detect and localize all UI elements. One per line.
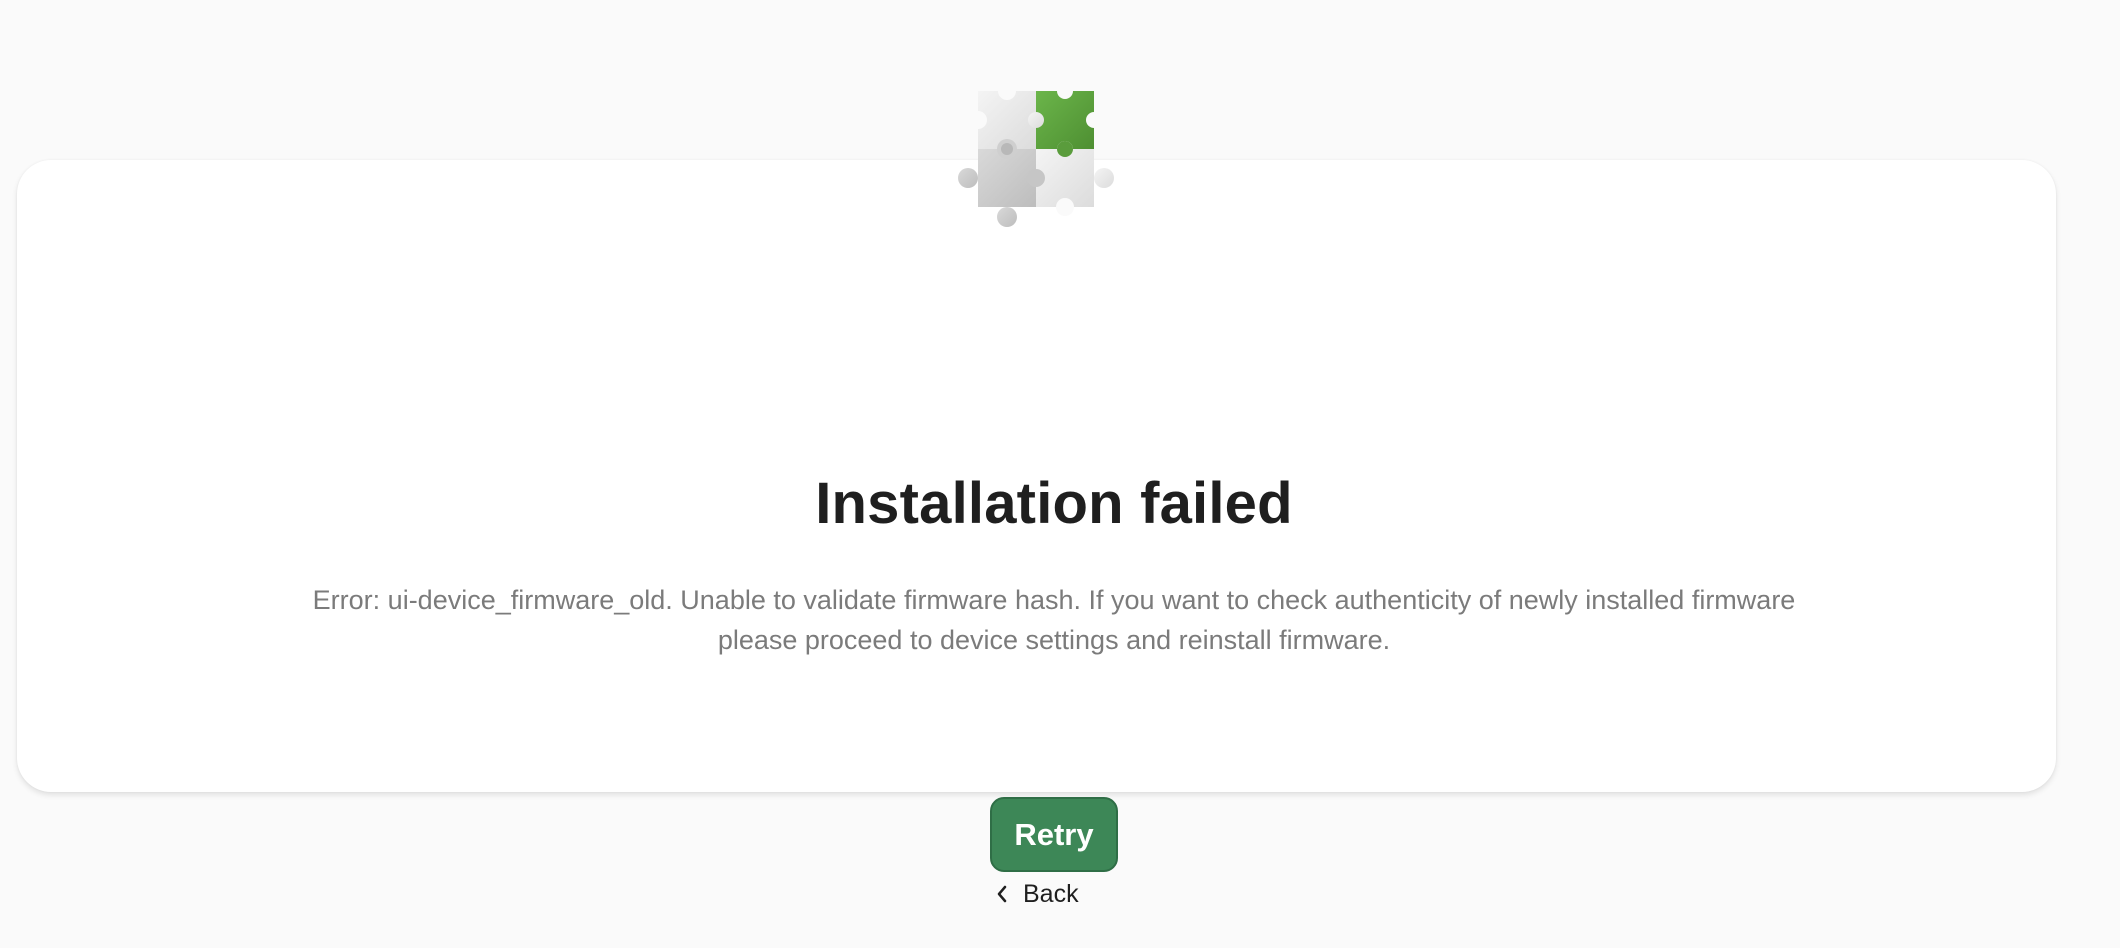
puzzle-pieces-icon xyxy=(958,86,1114,227)
error-message: Error: ui-device_firmware_old. Unable to… xyxy=(312,585,1796,655)
retry-button[interactable]: Retry xyxy=(990,797,1118,872)
error-card: Installation failed Error: ui-device_fir… xyxy=(17,160,2056,872)
puzzle-piece-top-left xyxy=(969,86,1036,149)
puzzle-piece-bottom-left xyxy=(958,139,1036,227)
chevron-left-icon xyxy=(997,885,1007,903)
puzzle-piece-bottom-right xyxy=(1027,141,1114,216)
back-label: Back xyxy=(1023,879,1079,908)
back-link[interactable]: Back xyxy=(995,876,1079,912)
page-title: Installation failed xyxy=(815,471,1293,536)
installation-failed-page: Installation failed Error: ui-device_fir… xyxy=(0,0,2120,948)
